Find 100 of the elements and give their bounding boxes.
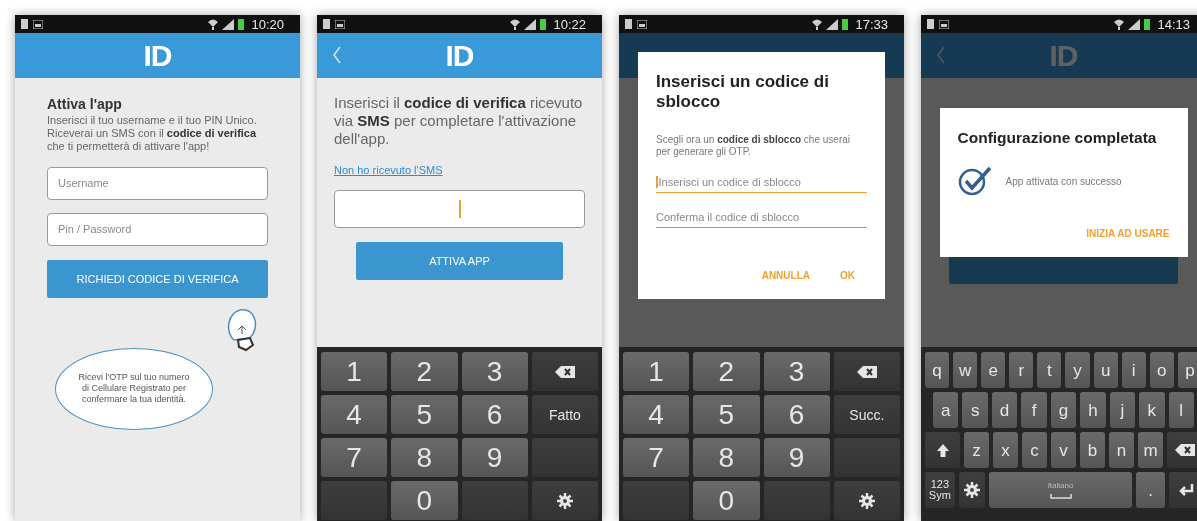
keyboard-key[interactable]: x [993,432,1018,468]
keyboard-key[interactable]: 8 [693,438,760,477]
keyboard-key[interactable]: s [962,392,988,428]
keyboard-key[interactable]: 1 [321,352,388,391]
enter-key[interactable] [1169,472,1197,508]
dialog-title: Configurazione completata [957,128,1158,148]
code-field[interactable] [334,190,585,228]
image-icon [637,19,647,29]
notification-icon [624,19,633,29]
battery-icon [1144,18,1151,30]
backspace-key[interactable] [833,352,900,391]
keyboard-key[interactable]: t [1037,352,1062,388]
keyboard-key[interactable]: p [1177,352,1197,388]
keyboard-key[interactable]: b [1080,432,1105,468]
backspace-icon [554,365,575,378]
shift-key[interactable] [925,432,960,468]
keyboard-key[interactable]: 0 [391,481,458,520]
dialog-text: Scegli ora un codice di sblocco che userai per generare gli OTP. [656,134,851,158]
keyboard-key[interactable]: c [1022,432,1047,468]
image-icon [335,19,345,29]
input-field[interactable]: Inserisci un codice di sblocco [656,176,867,193]
symbols-key[interactable]: 123 Sym [925,472,955,508]
battery-icon [238,18,245,30]
keyboard-key[interactable]: 4 [623,395,690,434]
keyboard-key[interactable]: q [925,352,950,388]
done-key[interactable]: Succ. [833,395,900,434]
request-code-button[interactable]: RICHIEDI CODICE DI VERIFICA [47,259,268,298]
wifi-icon [812,18,823,30]
notification-icon [20,19,29,29]
backspace-key[interactable] [531,352,598,391]
backspace-icon [1174,444,1195,456]
keyboard-key[interactable]: l [1168,392,1194,428]
wifi-icon [510,18,521,30]
keyboard-key[interactable]: a [933,392,959,428]
space-icon [1049,493,1072,499]
signal-icon [1128,18,1141,30]
dialog-title: Inserisci un codice di sblocco [656,72,830,112]
keyboard-key[interactable]: y [1065,352,1090,388]
keyboard-key[interactable]: 3 [763,352,830,391]
settings-key[interactable] [958,472,986,508]
keyboard-key[interactable]: w [953,352,978,388]
battery-icon [842,18,849,30]
keyboard-key[interactable]: 2 [391,352,458,391]
keyboard-key[interactable]: e [981,352,1006,388]
keyboard-key[interactable]: 7 [321,438,388,477]
keyboard-key[interactable]: 7 [623,438,690,477]
status-time: 10:22 [553,16,586,32]
keyboard-key[interactable]: f [1021,392,1047,428]
keyboard-key[interactable]: g [1050,392,1077,428]
status-time: 14:13 [1157,16,1190,32]
keyboard-key[interactable]: d [991,392,1018,428]
keyboard-key[interactable]: h [1080,392,1106,428]
keyboard-key[interactable]: j [1109,392,1136,428]
keyboard-key[interactable]: i [1121,352,1146,388]
keyboard-key[interactable]: 5 [391,395,458,434]
signal-icon [222,18,235,30]
input-field[interactable]: Username [47,166,268,200]
keyboard-key[interactable]: 0 [693,481,760,520]
keyboard-key[interactable]: 6 [763,395,830,434]
keyboard-key[interactable]: 4 [321,395,388,434]
keyboard-key[interactable]: z [964,432,989,468]
signal-icon [524,18,537,30]
keyboard-key[interactable]: 9 [763,438,830,477]
keyboard-key[interactable]: 2 [693,352,760,391]
notification-icon [926,19,935,29]
done-key[interactable]: Fatto [531,395,598,434]
keyboard-key[interactable]: r [1009,352,1034,388]
keyboard-key[interactable]: 5 [693,395,760,434]
settings-key[interactable] [531,481,598,520]
keyboard-key[interactable]: 1 [623,352,690,391]
keyboard-key[interactable]: u [1093,352,1118,388]
enter-icon [1177,484,1194,496]
keyboard-key[interactable]: . [1135,472,1166,508]
notification-icon [322,19,331,29]
settings-key[interactable] [833,481,900,520]
intro-text: Inserisci il codice di verifica ricevuto via SMS per completare l'attivazione dell'app. [334,94,584,148]
back-icon[interactable] [333,46,341,64]
keyboard-key[interactable]: n [1109,432,1134,468]
keyboard-key[interactable]: k [1139,392,1165,428]
keyboard-key[interactable]: o [1149,352,1174,388]
settings-icon [556,492,573,509]
keyboard-key[interactable]: 3 [461,352,528,391]
space-key[interactable]: Italiano [989,472,1132,508]
keyboard-key[interactable]: m [1138,432,1163,468]
keyboard-key[interactable]: v [1051,432,1076,468]
backspace-key[interactable] [1167,432,1197,468]
input-field[interactable]: Pin / Password [47,212,268,246]
wifi-icon [1114,18,1125,30]
keyboard-key[interactable]: 6 [461,395,528,434]
app-logo: ID [143,38,172,73]
activate-button[interactable]: ATTIVA APP [356,242,563,280]
keyboard-key[interactable]: 8 [391,438,458,477]
keyboard-key[interactable]: 9 [461,438,528,477]
status-time: 17:33 [855,16,888,32]
input-field[interactable]: Conferma il codice di sblocco [656,211,867,228]
sms-link[interactable]: Non ho ricevuto l'SMS [334,164,443,176]
image-icon [939,19,949,29]
shift-icon [936,443,949,457]
back-icon[interactable] [937,46,945,64]
wifi-icon [208,18,219,30]
